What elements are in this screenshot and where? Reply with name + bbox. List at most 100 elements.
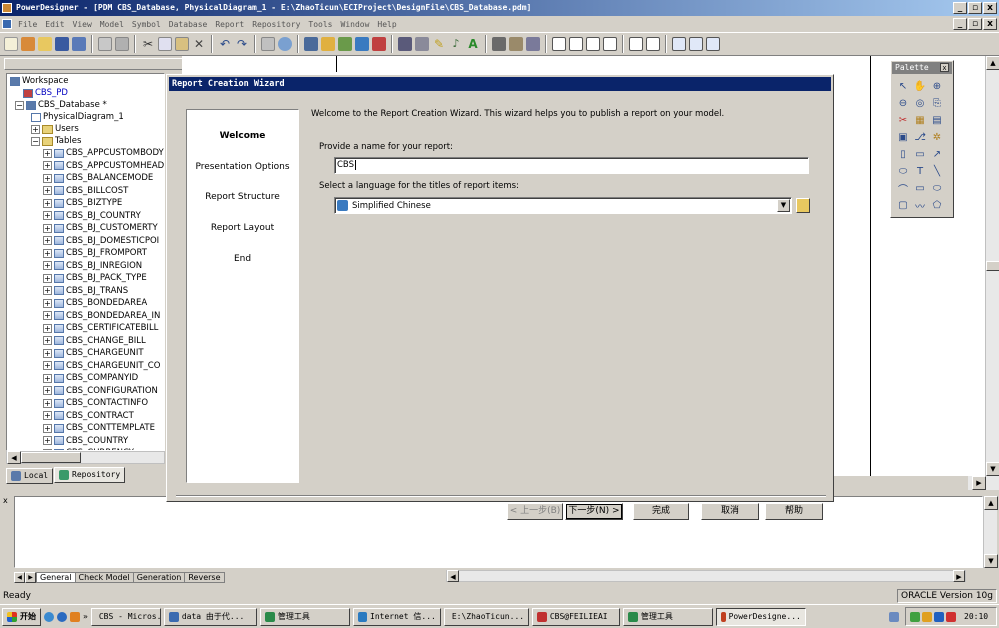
quicklaunch-app-icon[interactable] bbox=[70, 611, 80, 622]
taskbar-item[interactable]: PowerDesigne... bbox=[715, 607, 806, 626]
tree-table-item[interactable]: + CBS_CONTTEMPLATE bbox=[43, 422, 155, 434]
menu-model[interactable]: Model bbox=[100, 20, 124, 29]
ellipse-tool-icon[interactable]: ⬭ bbox=[930, 181, 944, 195]
quicklaunch-desktop-icon[interactable] bbox=[44, 611, 54, 622]
print-icon[interactable] bbox=[115, 37, 129, 51]
powerdesigner-app-icon[interactable] bbox=[2, 3, 12, 13]
expand-toggle[interactable]: + bbox=[43, 298, 52, 308]
undo-icon[interactable]: ↶ bbox=[218, 37, 232, 51]
restore-button[interactable]: ▫ bbox=[968, 2, 982, 14]
expand-toggle[interactable]: + bbox=[43, 236, 52, 245]
clock[interactable]: 20:10 bbox=[964, 612, 988, 621]
delete-icon[interactable]: ✕ bbox=[192, 37, 206, 51]
zoom-icon[interactable]: ◎ bbox=[913, 96, 927, 110]
tab-check-model[interactable]: Check Model bbox=[75, 571, 134, 583]
polyline-tool-icon[interactable]: 〰 bbox=[913, 198, 927, 213]
cancel-button[interactable]: 取消 bbox=[701, 503, 759, 520]
tray-shield-icon[interactable] bbox=[934, 611, 944, 622]
document-icon[interactable] bbox=[2, 19, 12, 29]
tree-table-item[interactable]: + CBS_CONTRACT bbox=[43, 410, 134, 422]
zoom-out-icon[interactable]: ⊖ bbox=[896, 96, 910, 110]
output-horizontal-scrollbar[interactable]: ◀ ▶ bbox=[446, 570, 966, 582]
polygon-tool-icon[interactable]: ⬠ bbox=[930, 198, 944, 212]
line-tool-icon[interactable]: ╲ bbox=[930, 164, 944, 178]
expand-toggle[interactable]: + bbox=[43, 336, 52, 345]
menu-help[interactable]: Help bbox=[377, 20, 396, 29]
scroll-thumb[interactable] bbox=[986, 261, 999, 271]
expand-toggle[interactable]: + bbox=[43, 398, 52, 408]
window-icon[interactable] bbox=[672, 37, 686, 51]
canvas-vertical-scrollbar[interactable]: ▲ ▼ bbox=[985, 56, 999, 476]
tree-horizontal-scrollbar[interactable]: ◀ bbox=[6, 451, 165, 464]
save-all-icon[interactable] bbox=[72, 37, 86, 51]
quicklaunch-more[interactable]: » bbox=[83, 612, 88, 621]
tray-alert-icon[interactable] bbox=[946, 611, 956, 622]
expand-toggle[interactable]: + bbox=[43, 273, 52, 283]
diagram-icon[interactable] bbox=[646, 37, 660, 51]
expand-toggle[interactable]: + bbox=[43, 173, 52, 183]
tree-table-item[interactable]: + CBS_BJ_CUSTOMERTY bbox=[43, 222, 158, 234]
tree-table-item[interactable]: + CBS_BJ_INREGION bbox=[43, 260, 142, 272]
scroll-right-button[interactable]: ▶ bbox=[953, 570, 965, 582]
tab-generation[interactable]: Generation bbox=[133, 571, 186, 583]
align-icon[interactable] bbox=[492, 37, 506, 51]
next-button[interactable]: 下一步(N) > bbox=[565, 503, 623, 520]
minimize-button[interactable]: _ bbox=[953, 2, 967, 14]
collapse-toggle[interactable]: − bbox=[15, 100, 24, 110]
expand-toggle[interactable]: + bbox=[43, 186, 52, 195]
zoom-fit-icon[interactable] bbox=[586, 37, 600, 51]
open-model-icon[interactable]: ⎘ bbox=[930, 96, 944, 110]
tile-icon[interactable] bbox=[689, 37, 703, 51]
output-close-icon[interactable]: x bbox=[3, 496, 13, 508]
package-icon[interactable]: ✲ bbox=[930, 130, 944, 144]
start-button[interactable]: 开始 bbox=[2, 607, 41, 626]
view-tool-icon[interactable]: ▤ bbox=[930, 113, 944, 127]
expand-toggle[interactable]: + bbox=[43, 211, 52, 220]
expand-toggle[interactable]: + bbox=[43, 436, 52, 445]
expand-toggle[interactable]: + bbox=[43, 161, 52, 170]
cut-icon[interactable]: ✂ bbox=[896, 113, 910, 127]
menu-edit[interactable]: Edit bbox=[45, 20, 64, 29]
output-text-area[interactable] bbox=[14, 496, 983, 568]
tree-table-item[interactable]: + CBS_COMPANYID bbox=[43, 372, 138, 384]
help-button[interactable]: 帮助 bbox=[765, 503, 823, 520]
tree-table-item[interactable]: + CBS_CONTACTINFO bbox=[43, 397, 148, 409]
save-icon[interactable] bbox=[55, 37, 69, 51]
grid-icon[interactable] bbox=[415, 37, 429, 51]
tree-table-item[interactable]: + CBS_BALANCEMODE bbox=[43, 172, 153, 184]
model-icon[interactable] bbox=[304, 37, 318, 51]
layout-icon[interactable] bbox=[398, 37, 412, 51]
tabs-scroll-right-button[interactable]: ▶ bbox=[25, 571, 36, 583]
palette-close-icon[interactable]: x bbox=[940, 63, 949, 72]
zoom-in-icon[interactable] bbox=[552, 37, 566, 51]
arrange-icon[interactable] bbox=[509, 37, 523, 51]
language-select[interactable]: Simplified Chinese ▼ bbox=[334, 197, 792, 214]
file-icon[interactable]: ▯ bbox=[896, 147, 910, 161]
print-preview-icon[interactable] bbox=[98, 37, 112, 51]
taskbar-item[interactable]: CBS - Micros... bbox=[90, 607, 161, 626]
tree-folder-users[interactable]: + Users bbox=[31, 123, 79, 135]
taskbar-item[interactable]: Internet 信... bbox=[352, 607, 441, 626]
scroll-left-button[interactable]: ◀ bbox=[7, 451, 21, 464]
zoom-in-icon[interactable]: ⊕ bbox=[930, 79, 944, 93]
scroll-down-button[interactable]: ▼ bbox=[986, 462, 999, 476]
expand-toggle[interactable]: + bbox=[43, 261, 52, 270]
taskbar-item[interactable]: data 由于代... bbox=[163, 607, 257, 626]
expand-toggle[interactable]: + bbox=[43, 348, 52, 358]
tree-table-item[interactable]: + CBS_CONFIGURATION bbox=[43, 385, 158, 397]
taskbar-item[interactable]: 管理工具 bbox=[622, 607, 713, 626]
note-icon[interactable]: ▭ bbox=[913, 147, 927, 161]
copy-icon[interactable] bbox=[158, 37, 172, 51]
tab-repository[interactable]: Repository bbox=[54, 467, 126, 483]
generate-icon[interactable] bbox=[355, 37, 369, 51]
tree-folder-tables[interactable]: − Tables bbox=[31, 135, 81, 147]
back-button[interactable]: < 上一步(B) bbox=[507, 503, 563, 520]
scroll-left-button[interactable]: ◀ bbox=[447, 570, 459, 582]
text-tool-icon[interactable]: T bbox=[913, 164, 927, 178]
tab-reverse[interactable]: Reverse bbox=[185, 571, 225, 583]
rounded-rectangle-icon[interactable]: ▢ bbox=[896, 198, 910, 212]
tree-table-item[interactable]: + CBS_CHARGEUNIT bbox=[43, 347, 144, 359]
scroll-up-button[interactable]: ▲ bbox=[986, 56, 999, 70]
tree-physical-diagram[interactable]: PhysicalDiagram_1 bbox=[31, 111, 124, 123]
taskbar-item[interactable]: CBS@FEILIEAI bbox=[531, 607, 620, 626]
